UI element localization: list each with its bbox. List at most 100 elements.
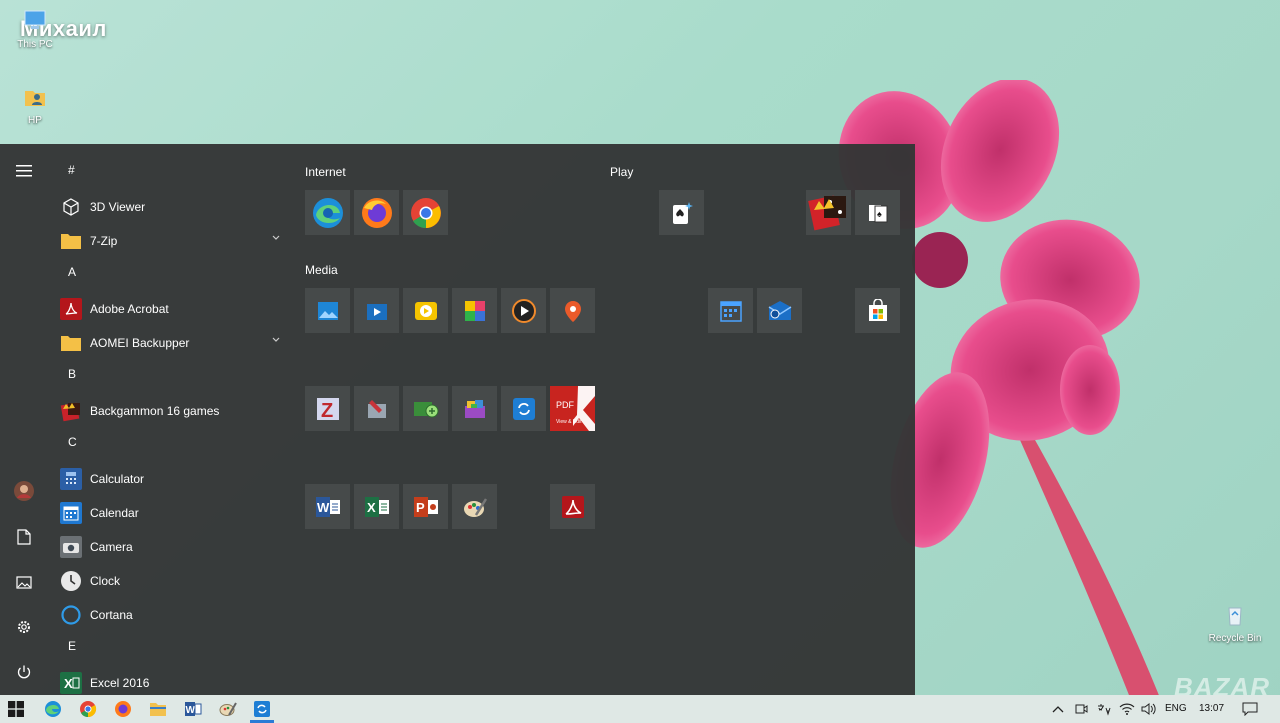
mail-icon bbox=[768, 300, 791, 320]
paint-brush-icon bbox=[463, 497, 487, 517]
tray-wifi-icon[interactable] bbox=[1117, 699, 1137, 719]
tile-sync[interactable] bbox=[501, 386, 546, 431]
taskbar-sync[interactable] bbox=[252, 699, 272, 719]
documents-icon[interactable] bbox=[12, 525, 36, 549]
network-tool-icon bbox=[413, 401, 438, 417]
taskbar-edge[interactable] bbox=[43, 699, 63, 719]
desktop-icon-recycle-bin[interactable]: Recycle Bin bbox=[1200, 602, 1270, 644]
letter-header[interactable]: # bbox=[48, 156, 298, 190]
tile-mail[interactable] bbox=[757, 288, 802, 333]
tile-backgammon[interactable] bbox=[806, 190, 851, 235]
notification-center-icon[interactable] bbox=[1240, 699, 1260, 719]
tray-input-icon[interactable] bbox=[1094, 699, 1114, 719]
app-item-7-zip[interactable]: 7-Zip bbox=[48, 224, 298, 258]
letter-header[interactable]: C bbox=[48, 428, 298, 462]
pictures-icon[interactable] bbox=[12, 570, 36, 594]
tray-volume-icon[interactable] bbox=[1138, 699, 1158, 719]
word-icon: W bbox=[315, 496, 340, 517]
solitaire-icon bbox=[672, 201, 693, 224]
tile-network-tool[interactable] bbox=[403, 386, 448, 431]
tile-paint-brush[interactable] bbox=[452, 484, 497, 529]
tile-archive-tool[interactable] bbox=[452, 386, 497, 431]
recycle-bin-icon bbox=[1228, 607, 1242, 626]
chevron-down-icon[interactable] bbox=[272, 336, 280, 344]
taskbar-paint-brush[interactable] bbox=[218, 699, 238, 719]
letter-header[interactable]: E bbox=[48, 632, 298, 666]
taskbar-word[interactable]: W bbox=[183, 699, 203, 719]
tray-meet-now-icon[interactable] bbox=[1071, 699, 1091, 719]
language-indicator[interactable]: ENG bbox=[1165, 703, 1187, 714]
app-label: Calendar bbox=[90, 506, 139, 520]
maps-icon bbox=[564, 300, 581, 322]
tile-paint[interactable] bbox=[452, 288, 497, 333]
tile-photos[interactable] bbox=[305, 288, 350, 333]
power-icon[interactable] bbox=[12, 660, 36, 684]
group-title-media[interactable]: Media bbox=[305, 263, 338, 277]
app-item-adobe-acrobat[interactable]: Adobe Acrobat bbox=[48, 292, 298, 326]
hamburger-menu-icon[interactable] bbox=[12, 159, 36, 183]
tile-acrobat[interactable] bbox=[550, 484, 595, 529]
taskbar-file-explorer[interactable] bbox=[148, 699, 168, 719]
cube-icon bbox=[60, 196, 82, 218]
svg-text:X: X bbox=[64, 676, 73, 691]
calendar-icon bbox=[719, 300, 742, 322]
app-item-calendar[interactable]: Calendar bbox=[48, 496, 298, 530]
app-item-aomei-backupper[interactable]: AOMEI Backupper bbox=[48, 326, 298, 360]
app-item-camera[interactable]: Camera bbox=[48, 530, 298, 564]
tile-movies[interactable] bbox=[354, 288, 399, 333]
group-title-internet[interactable]: Internet bbox=[305, 165, 346, 179]
media-player-icon bbox=[414, 301, 437, 320]
tile-pdf-editor[interactable]: PDF View & Edit bbox=[550, 386, 595, 431]
tile-disk-tool[interactable] bbox=[354, 386, 399, 431]
desktop-icon-this-pc[interactable]: This PC bbox=[0, 8, 70, 50]
tile-groove[interactable] bbox=[501, 288, 546, 333]
tile-calendar[interactable] bbox=[708, 288, 753, 333]
app-item-cortana[interactable]: Cortana bbox=[48, 598, 298, 632]
tray-overflow-chevron-icon[interactable] bbox=[1048, 699, 1068, 719]
edge-icon bbox=[312, 197, 343, 228]
tile-powerpoint[interactable]: P bbox=[403, 484, 448, 529]
taskbar-firefox[interactable] bbox=[113, 699, 133, 719]
store-icon bbox=[868, 298, 887, 321]
tile-zip[interactable]: Z bbox=[305, 386, 350, 431]
monitor-icon bbox=[24, 10, 46, 29]
tile-maps[interactable] bbox=[550, 288, 595, 333]
pdf-tile-text: PDF bbox=[556, 400, 574, 410]
archive-tool-icon bbox=[464, 399, 485, 418]
word-icon: W bbox=[185, 702, 202, 716]
tile-edge[interactable] bbox=[305, 190, 350, 235]
tile-cards[interactable]: ♠ bbox=[855, 190, 900, 235]
start-button[interactable] bbox=[6, 699, 26, 719]
group-title-play[interactable]: Play bbox=[610, 165, 633, 179]
tile-chrome[interactable] bbox=[403, 190, 448, 235]
tile-store[interactable] bbox=[855, 288, 900, 333]
letter-header[interactable]: A bbox=[48, 258, 298, 292]
app-item-calculator[interactable]: Calculator bbox=[48, 462, 298, 496]
letter-header[interactable]: B bbox=[48, 360, 298, 394]
chevron-down-icon[interactable] bbox=[272, 234, 280, 242]
app-item-clock[interactable]: Clock bbox=[48, 564, 298, 598]
tile-word[interactable]: W bbox=[305, 484, 350, 529]
folder-icon bbox=[60, 332, 82, 354]
app-item-3d-viewer[interactable]: 3D Viewer bbox=[48, 190, 298, 224]
svg-text:P: P bbox=[416, 500, 425, 515]
firefox-icon bbox=[115, 701, 131, 717]
user-avatar-icon[interactable] bbox=[12, 479, 36, 503]
sync-icon bbox=[512, 397, 535, 420]
cards-icon: ♠ bbox=[868, 204, 887, 222]
tile-solitaire[interactable] bbox=[659, 190, 704, 235]
app-item-excel-2016[interactable]: X Excel 2016 bbox=[48, 666, 298, 695]
settings-gear-icon[interactable] bbox=[12, 615, 36, 639]
tile-firefox[interactable] bbox=[354, 190, 399, 235]
app-label: Excel 2016 bbox=[90, 676, 150, 690]
app-label: Cortana bbox=[90, 608, 133, 622]
tile-excel[interactable]: X bbox=[354, 484, 399, 529]
desktop-icon-hp[interactable]: HP bbox=[0, 84, 70, 126]
tile-media-player[interactable] bbox=[403, 288, 448, 333]
clock-time[interactable]: 13:07 bbox=[1199, 703, 1224, 714]
app-label: Camera bbox=[90, 540, 133, 554]
app-label: Calculator bbox=[90, 472, 145, 486]
app-item-backgammon[interactable]: Backgammon 16 games bbox=[48, 394, 298, 428]
taskbar-chrome[interactable] bbox=[78, 699, 98, 719]
start-menu: # 3D Viewer 7-Zip A Adobe Acrobat AOMEI … bbox=[0, 144, 915, 695]
